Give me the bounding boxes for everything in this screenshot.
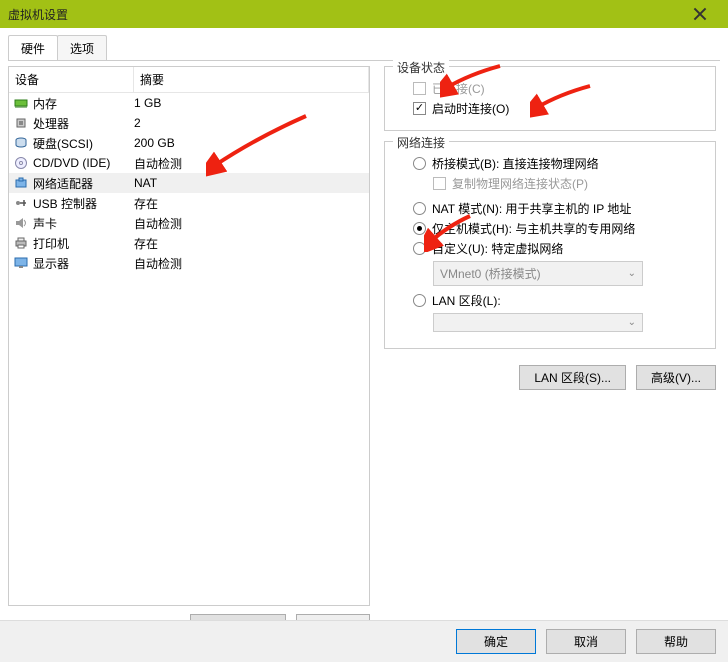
tabs: 硬件 选项 — [8, 35, 720, 61]
replicate-label: 复制物理网络连接状态(P) — [452, 175, 588, 192]
connect-poweron-label: 启动时连接(O) — [432, 100, 509, 117]
device-name: 打印机 — [33, 235, 69, 252]
tab-hardware[interactable]: 硬件 — [8, 35, 58, 60]
tab-options[interactable]: 选项 — [57, 35, 107, 60]
window-title: 虚拟机设置 — [8, 6, 680, 23]
device-row[interactable]: 声卡 自动检测 — [9, 213, 369, 233]
device-name: 声卡 — [33, 215, 57, 232]
device-summary: 自动检测 — [134, 255, 365, 272]
close-button[interactable] — [680, 0, 720, 28]
device-summary: 200 GB — [134, 136, 365, 150]
nat-radio[interactable] — [413, 202, 426, 215]
connect-poweron-checkbox[interactable] — [413, 102, 426, 115]
custom-select-value: VMnet0 (桥接模式) — [440, 265, 541, 282]
device-summary: 1 GB — [134, 96, 365, 110]
close-icon — [693, 7, 707, 21]
printer-icon — [13, 235, 29, 251]
bridged-label: 桥接模式(B): 直接连接物理网络 — [432, 155, 599, 172]
advanced-button[interactable]: 高级(V)... — [636, 365, 716, 390]
lansegment-select: ⌄ — [433, 313, 643, 332]
device-row[interactable]: 内存 1 GB — [9, 93, 369, 113]
usb-icon — [13, 195, 29, 211]
custom-radio[interactable] — [413, 242, 426, 255]
device-summary: NAT — [134, 176, 365, 190]
cd-icon — [13, 155, 29, 171]
device-row[interactable]: 硬盘(SCSI) 200 GB — [9, 133, 369, 153]
device-name: 内存 — [33, 95, 57, 112]
sound-icon — [13, 215, 29, 231]
help-button[interactable]: 帮助 — [636, 629, 716, 654]
lan-segments-button[interactable]: LAN 区段(S)... — [519, 365, 626, 390]
chevron-down-icon: ⌄ — [628, 268, 636, 279]
cancel-button[interactable]: 取消 — [546, 629, 626, 654]
hostonly-label: 仅主机模式(H): 与主机共享的专用网络 — [432, 220, 635, 237]
device-row[interactable]: 打印机 存在 — [9, 233, 369, 253]
device-summary: 存在 — [134, 235, 365, 252]
chevron-down-icon: ⌄ — [628, 317, 636, 328]
list-header: 设备 摘要 — [9, 67, 369, 93]
nat-label: NAT 模式(N): 用于共享主机的 IP 地址 — [432, 200, 631, 217]
network-title: 网络连接 — [393, 134, 449, 151]
device-name: 处理器 — [33, 115, 69, 132]
disk-icon — [13, 135, 29, 151]
device-name: CD/DVD (IDE) — [33, 156, 110, 170]
net-icon — [13, 175, 29, 191]
col-summary[interactable]: 摘要 — [134, 67, 369, 92]
col-device[interactable]: 设备 — [9, 67, 134, 92]
device-summary: 2 — [134, 116, 365, 130]
lansegment-radio[interactable] — [413, 294, 426, 307]
lansegment-label: LAN 区段(L): — [432, 292, 501, 309]
footer: 确定 取消 帮助 — [0, 620, 728, 662]
device-name: 硬盘(SCSI) — [33, 135, 93, 152]
cpu-icon — [13, 115, 29, 131]
replicate-checkbox — [433, 177, 446, 190]
device-name: 网络适配器 — [33, 175, 93, 192]
network-group: 网络连接 桥接模式(B): 直接连接物理网络 复制物理网络连接状态(P) NAT… — [384, 141, 716, 349]
device-name: USB 控制器 — [33, 195, 97, 212]
ok-button[interactable]: 确定 — [456, 629, 536, 654]
device-row[interactable]: 显示器 自动检测 — [9, 253, 369, 273]
device-summary: 自动检测 — [134, 155, 365, 172]
hostonly-radio[interactable] — [413, 222, 426, 235]
device-summary: 自动检测 — [134, 215, 365, 232]
memory-icon — [13, 95, 29, 111]
device-state-group: 设备状态 已连接(C) 启动时连接(O) — [384, 66, 716, 131]
display-icon — [13, 255, 29, 271]
bridged-radio[interactable] — [413, 157, 426, 170]
device-summary: 存在 — [134, 195, 365, 212]
connected-label: 已连接(C) — [432, 80, 485, 97]
device-state-title: 设备状态 — [393, 59, 449, 76]
device-row[interactable]: 处理器 2 — [9, 113, 369, 133]
custom-select: VMnet0 (桥接模式) ⌄ — [433, 261, 643, 286]
connected-checkbox — [413, 82, 426, 95]
device-list: 设备 摘要 内存 1 GB 处理器 2 硬盘(SCSI) 200 GB CD/DVD (ID… — [8, 66, 370, 606]
device-row[interactable]: 网络适配器 NAT — [9, 173, 369, 193]
custom-label: 自定义(U): 特定虚拟网络 — [432, 240, 563, 257]
device-name: 显示器 — [33, 255, 69, 272]
titlebar: 虚拟机设置 — [0, 0, 728, 28]
device-row[interactable]: USB 控制器 存在 — [9, 193, 369, 213]
device-row[interactable]: CD/DVD (IDE) 自动检测 — [9, 153, 369, 173]
